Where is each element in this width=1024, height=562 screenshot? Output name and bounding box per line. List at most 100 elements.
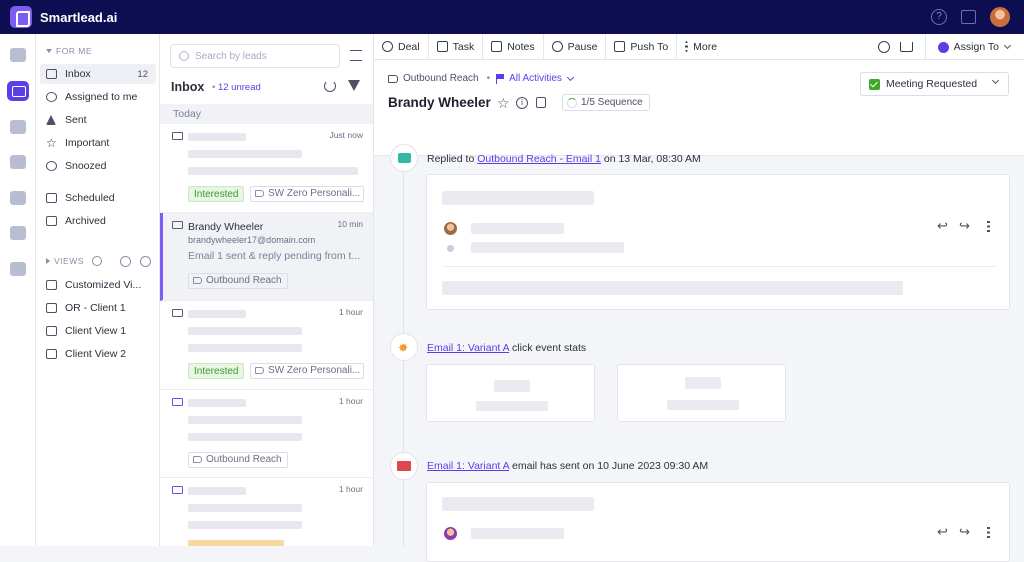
sidebar-item-important[interactable]: ☆ Important [40,133,156,153]
email-link[interactable]: Outbound Reach - Email 1 [477,153,601,165]
search-input[interactable]: Search by leads [170,44,340,68]
tag-campaign[interactable]: SW Zero Personali... [250,363,364,379]
top-right-actions: ? [931,7,1010,27]
rocket-icon[interactable] [10,120,26,134]
tag-interested[interactable]: Interested [188,186,245,202]
filter-icon[interactable] [348,80,360,91]
chevron-down-icon [1003,41,1012,50]
refresh-icon[interactable] [324,80,336,92]
info-icon[interactable]: i [516,97,528,109]
tag-campaign[interactable]: SW Zero Personali... [250,186,364,202]
megaphone-icon [255,367,264,374]
archive-tray-icon[interactable] [899,42,913,52]
divider [442,266,996,267]
help-icon[interactable]: ? [931,9,947,25]
reply-icon[interactable]: ↩ [937,524,948,540]
push-to-button[interactable]: Push To [606,33,678,60]
tag-campaign[interactable]: Outbound Reach [188,273,288,289]
assign-to-button[interactable]: Assign To [924,34,1024,60]
lead-card-selected[interactable]: Brandy Wheeler 10 min brandywheeler17@do… [160,213,373,301]
analytics-icon[interactable] [10,262,26,276]
search-icon[interactable] [120,256,131,267]
sort-icon[interactable] [350,50,362,61]
lead-card[interactable]: 1 hour [160,478,373,546]
inbox-icon[interactable] [7,81,29,101]
more-button[interactable]: More [677,34,725,60]
sidebar-item-archived[interactable]: Archived [40,211,156,231]
gift-icon[interactable] [961,10,976,24]
search-icon [179,51,189,61]
email-placeholder [188,416,302,424]
unread-count[interactable]: 12 unread [212,82,261,93]
status-select[interactable]: Meeting Requested [860,72,1009,96]
lead-card[interactable]: 1 hour Interested SW Zero Personali... [160,301,373,390]
tag-interested[interactable]: Interested [188,363,245,379]
reply-icon[interactable]: ↩ [937,218,948,234]
card-time: Just now [329,130,363,140]
star-icon[interactable]: ☆ [497,95,510,112]
recipient-placeholder [471,242,624,253]
forward-icon[interactable]: ↪ [959,218,970,234]
smartlead-logo-icon[interactable] [10,6,32,28]
forward-icon[interactable]: ↪ [959,524,970,540]
progress-ring-icon [567,97,577,108]
tag-campaign[interactable]: Outbound Reach [188,452,288,468]
snippet-placeholder [188,433,302,441]
group-header: Today [160,104,373,124]
email-accounts-icon[interactable] [10,155,26,169]
inbox-count: 12 [137,68,148,80]
lead-list-panel: Search by leads Inbox 12 unread Today Ju… [160,34,374,546]
sidebar-item-assigned[interactable]: Assigned to me [40,87,156,107]
sidebar-item-sent[interactable]: Sent [40,110,156,130]
name-placeholder [188,487,246,495]
task-button[interactable]: Task [429,33,484,60]
click-stat-card [426,364,595,422]
view-icon [46,349,57,359]
inbox-sidebar: FOR ME Inbox 12 Assigned to me Sent ☆ Im… [36,34,160,546]
sidebar-view-or-client-1[interactable]: OR - Client 1 [40,298,156,318]
mail-icon [172,486,183,494]
views-heading[interactable]: VIEWS [46,256,102,266]
deal-button[interactable]: Deal [374,33,429,60]
task-icon [436,41,448,52]
lead-title: Brandy Wheeler [388,95,491,110]
kebab-icon[interactable] [987,527,990,538]
sidebar-item-scheduled[interactable]: Scheduled [40,188,156,208]
contacts-icon[interactable] [10,226,26,240]
kebab-icon[interactable] [987,221,990,232]
pause-button[interactable]: Pause [544,33,607,60]
info-icon[interactable] [91,256,102,266]
notes-button[interactable]: Notes [483,33,544,60]
sidebar-view-client-view-1[interactable]: Client View 1 [40,321,156,341]
integrations-icon[interactable] [10,191,26,205]
copy-icon[interactable] [536,97,546,108]
activities-filter[interactable]: All Activities [496,73,574,84]
collapse-icon [46,49,52,53]
sidebar-item-inbox[interactable]: Inbox 12 [40,64,156,84]
snooze-clock-icon[interactable] [877,41,890,53]
subject-placeholder [442,497,594,511]
stat-value-placeholder [685,377,721,389]
sidebar-view-client-view-2[interactable]: Client View 2 [40,344,156,364]
person-icon [937,41,949,53]
megaphone-icon [388,74,398,83]
lead-card[interactable]: 1 hour Outbound Reach [160,390,373,478]
sent-email-card: ↩ ↪ [426,482,1010,562]
sidebar-view-customized[interactable]: Customized Vi... [40,275,156,295]
variant-link[interactable]: Email 1: Variant A [427,460,509,472]
campaigns-icon[interactable] [10,48,26,62]
dollar-icon [382,41,393,52]
for-me-heading[interactable]: FOR ME [46,46,92,56]
recipient-dot [447,245,454,252]
view-icon [46,303,57,313]
snippet-placeholder [188,521,302,529]
name-placeholder [188,310,246,318]
lead-card[interactable]: Just now Interested SW Zero Personali... [160,124,373,213]
stat-value-placeholder [494,380,530,392]
campaign-link[interactable]: Outbound Reach [403,73,479,84]
sidebar-item-snoozed[interactable]: Snoozed [40,156,156,176]
add-view-icon[interactable] [140,256,151,267]
list-title: Inbox [171,80,205,94]
user-avatar[interactable] [990,7,1010,27]
variant-link[interactable]: Email 1: Variant A [427,342,509,354]
